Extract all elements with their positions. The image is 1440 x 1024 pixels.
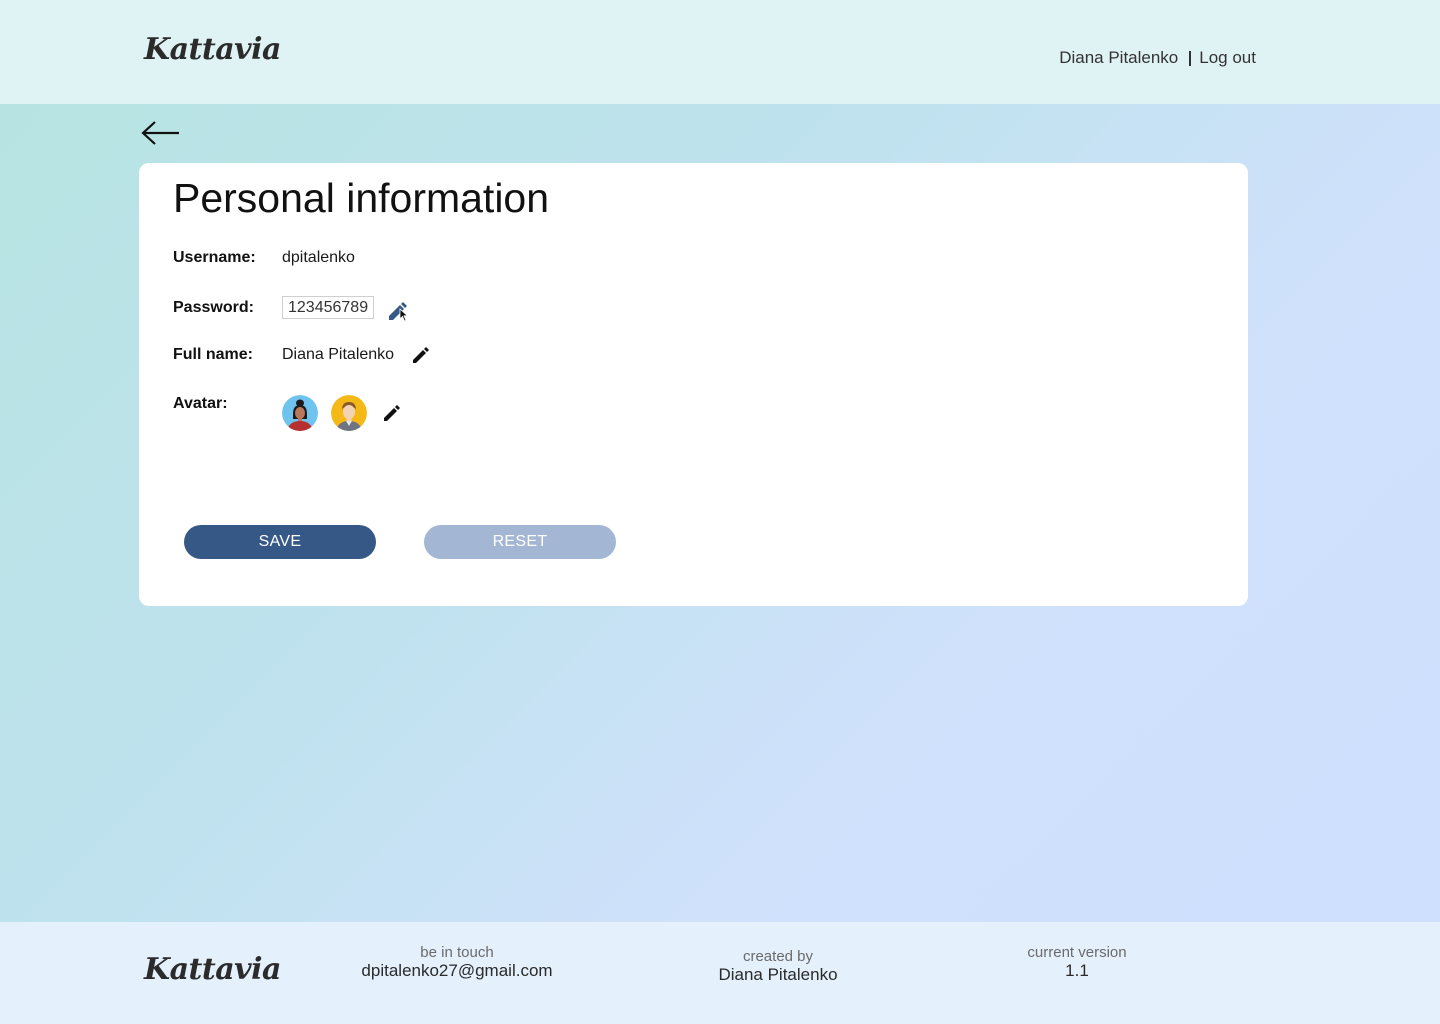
username-label: Username: bbox=[173, 249, 256, 266]
avatar-edit-button[interactable] bbox=[381, 402, 403, 424]
back-button[interactable] bbox=[140, 118, 182, 148]
password-row: Password: 123456789 bbox=[173, 296, 409, 322]
pencil-icon bbox=[384, 405, 400, 421]
fullname-row: Full name: Diana Pitalenko bbox=[173, 344, 432, 366]
version-value: 1.1 bbox=[1065, 961, 1089, 980]
pencil-icon bbox=[413, 347, 430, 363]
footer-logo[interactable]: Kattavia bbox=[144, 952, 281, 987]
username-row: Username: dpitalenko bbox=[173, 249, 355, 267]
contact-email[interactable]: dpitalenko27@gmail.com bbox=[357, 961, 557, 981]
avatar-option-woman[interactable] bbox=[282, 395, 318, 431]
woman-avatar-icon bbox=[282, 395, 318, 431]
footer-version: current version 1.1 bbox=[977, 944, 1177, 981]
fullname-value: Diana Pitalenko bbox=[282, 346, 395, 363]
pencil-icon bbox=[389, 301, 409, 322]
password-field[interactable]: 123456789 bbox=[282, 296, 375, 319]
page-title: Personal information bbox=[173, 175, 550, 221]
personal-info-card: Personal information Username: dpitalenk… bbox=[139, 163, 1248, 606]
password-edit-button[interactable] bbox=[386, 297, 409, 322]
avatar-option-man[interactable] bbox=[331, 395, 367, 431]
save-button[interactable]: SAVE bbox=[184, 525, 376, 559]
fullname-label: Full name: bbox=[173, 346, 254, 363]
contact-caption: be in touch bbox=[420, 944, 494, 961]
footer: Kattavia be in touch dpitalenko27@gmail.… bbox=[0, 922, 1440, 1024]
arrow-left-icon bbox=[141, 121, 179, 145]
author-caption: created by bbox=[742, 948, 814, 965]
user-nav: Diana Pitalenko Log out bbox=[1059, 48, 1256, 68]
password-label: Password: bbox=[173, 298, 254, 316]
man-avatar-icon bbox=[331, 395, 367, 431]
username-value: dpitalenko bbox=[282, 249, 355, 266]
logo[interactable]: Kattavia bbox=[144, 32, 281, 67]
current-user-name: Diana Pitalenko bbox=[1059, 48, 1179, 67]
reset-button[interactable]: RESET bbox=[424, 525, 616, 559]
version-caption: current version bbox=[1027, 944, 1127, 961]
footer-contact: be in touch dpitalenko27@gmail.com bbox=[357, 944, 557, 981]
avatar-options bbox=[282, 395, 403, 431]
footer-author: created by Diana Pitalenko bbox=[678, 948, 878, 985]
fullname-edit-button[interactable] bbox=[410, 344, 432, 366]
avatar-row: Avatar: bbox=[173, 395, 403, 431]
header: Kattavia Diana Pitalenko Log out bbox=[0, 0, 1440, 104]
logout-link[interactable]: Log out bbox=[1199, 48, 1256, 68]
avatar-label: Avatar: bbox=[173, 395, 228, 412]
nav-divider bbox=[1189, 50, 1192, 66]
author-name: Diana Pitalenko bbox=[718, 965, 838, 984]
